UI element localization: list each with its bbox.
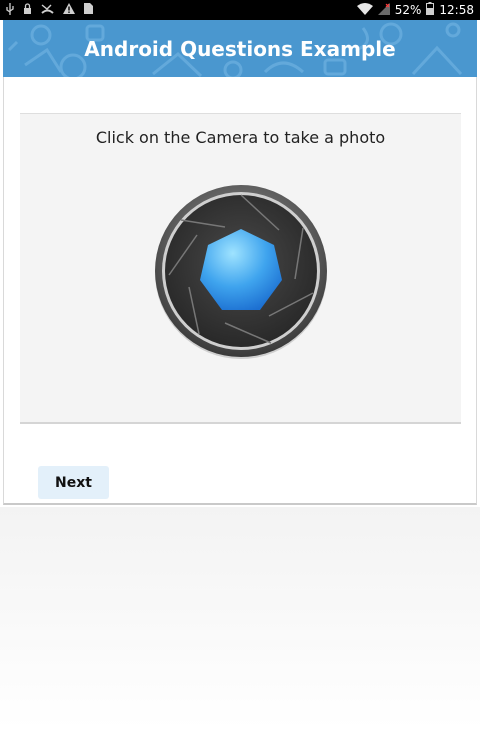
next-button[interactable]: Next <box>38 466 109 499</box>
empty-background <box>0 507 480 730</box>
battery-icon <box>426 2 435 18</box>
signal-icon <box>377 2 390 18</box>
question-card: Click on the Camera to take a photo Next <box>3 77 477 505</box>
camera-shutter-icon <box>155 185 327 359</box>
usb-icon <box>6 2 14 18</box>
lock-icon <box>23 3 32 17</box>
sd-card-icon <box>84 3 93 17</box>
app-title: Android Questions Example <box>84 36 396 61</box>
app-header: Android Questions Example <box>3 20 477 77</box>
warning-icon <box>63 3 75 17</box>
status-bar: 52% 12:58 <box>0 0 480 20</box>
battery-percent: 52% <box>394 3 422 17</box>
question-prompt: Click on the Camera to take a photo <box>95 128 386 147</box>
wifi-icon <box>356 2 373 18</box>
status-notifications <box>6 2 93 18</box>
question-panel: Click on the Camera to take a photo <box>20 113 461 424</box>
missed-call-icon <box>41 3 54 17</box>
status-system: 52% 12:58 <box>356 2 474 18</box>
camera-button[interactable] <box>153 183 329 359</box>
clock: 12:58 <box>439 3 474 17</box>
